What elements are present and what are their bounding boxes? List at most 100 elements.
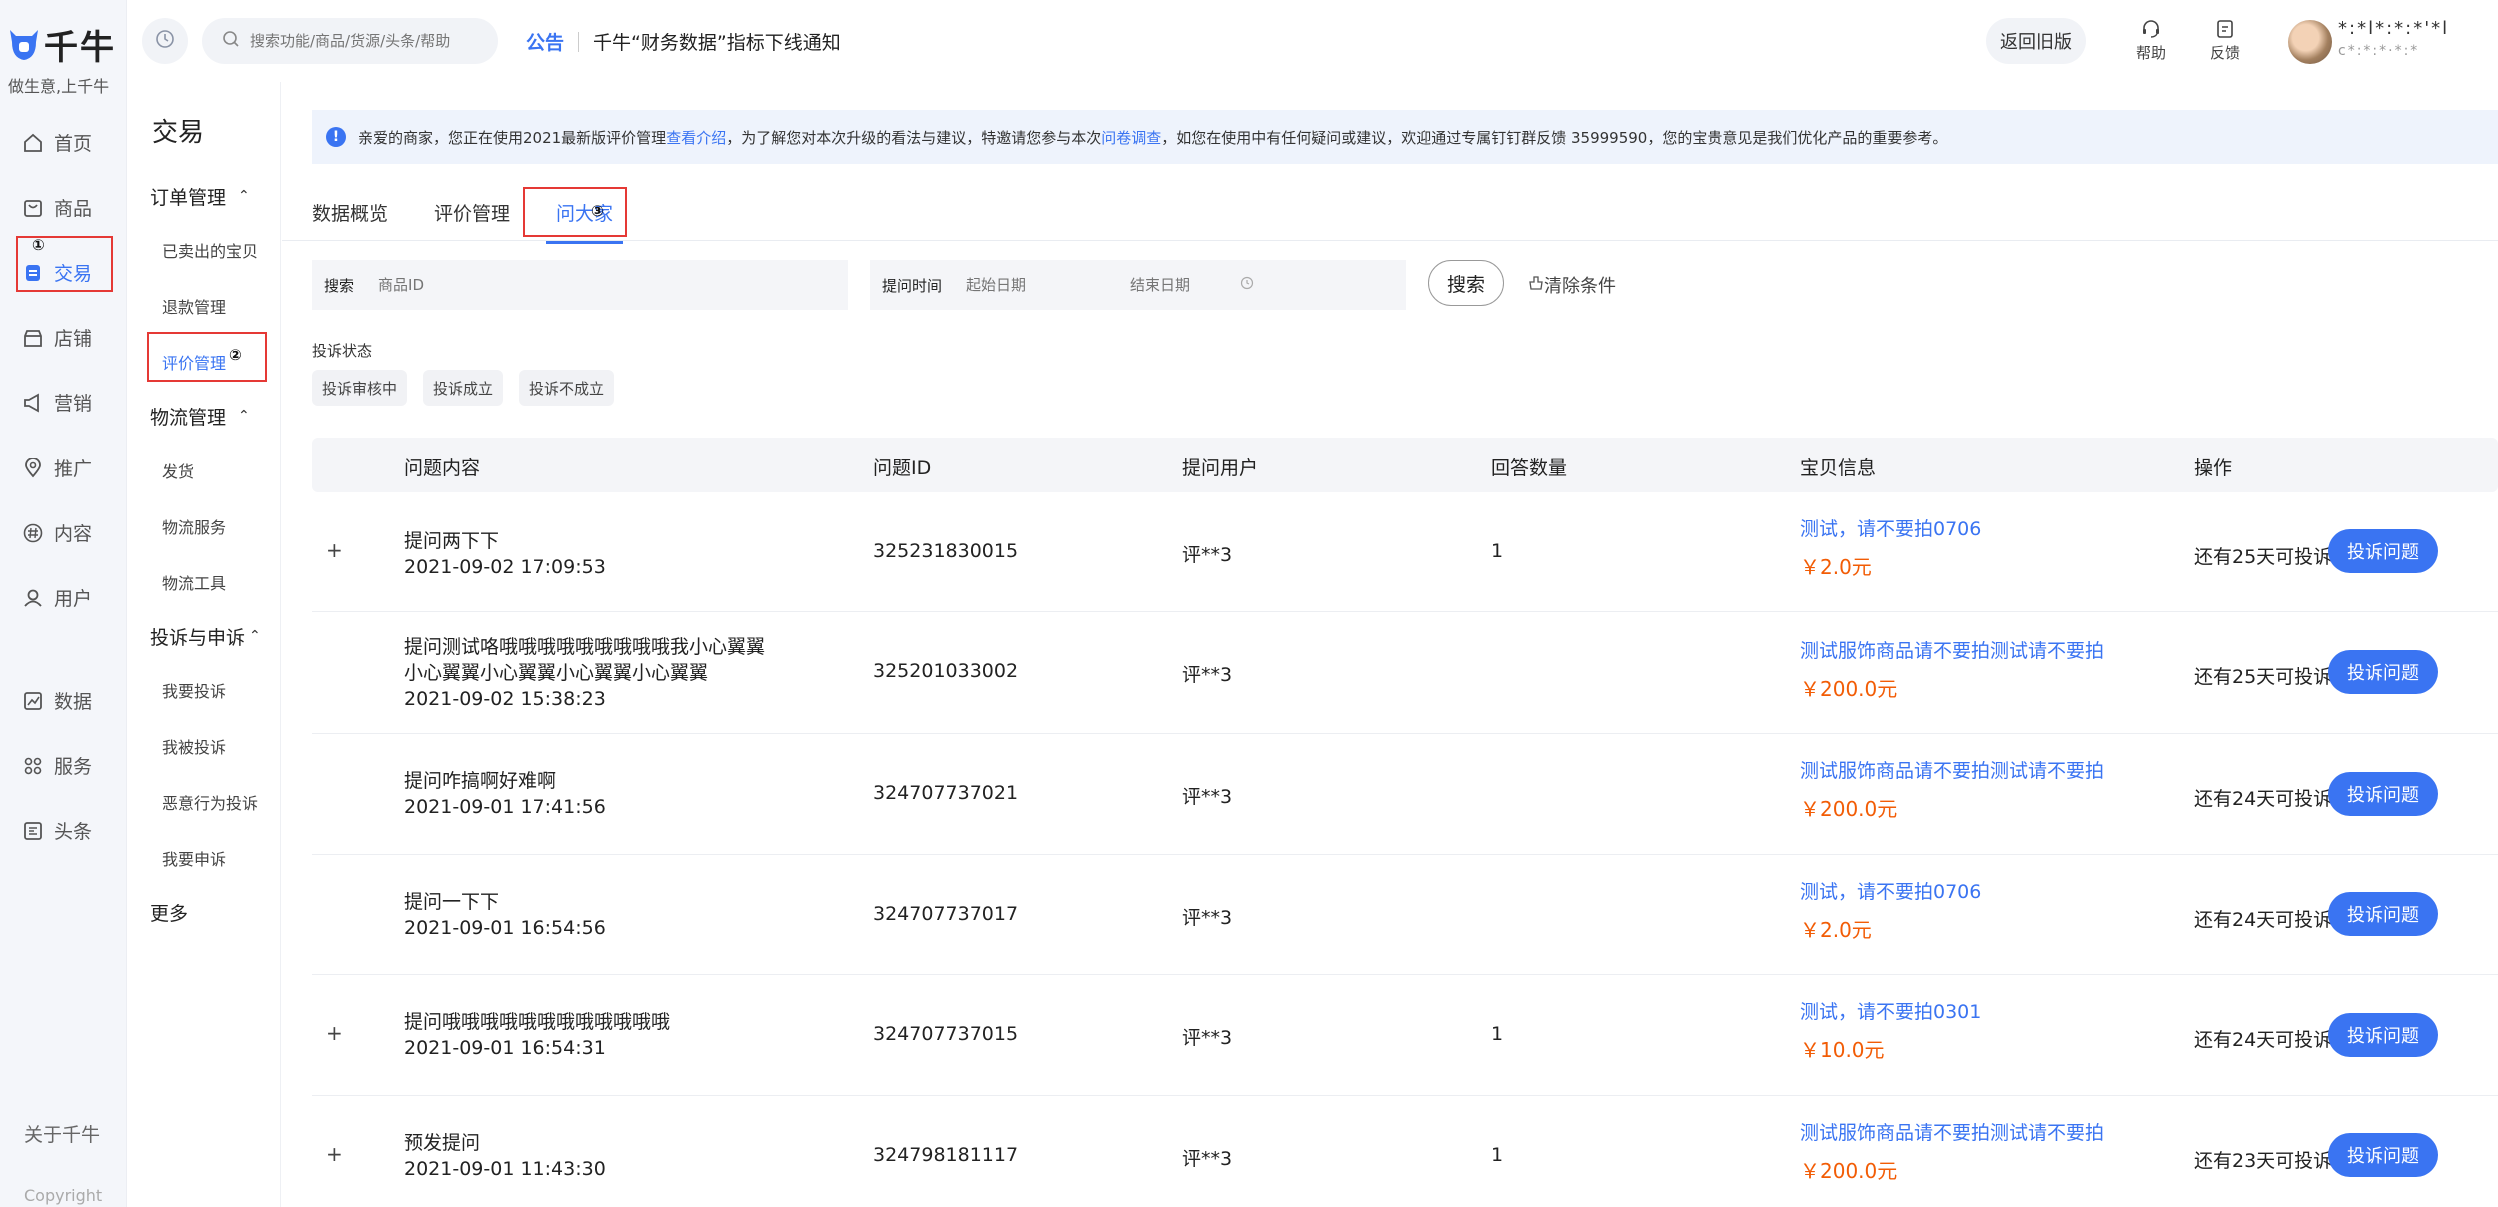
- global-search-input[interactable]: [250, 32, 480, 50]
- nav-service[interactable]: 服务: [0, 733, 127, 798]
- brand-slogan: 做生意,上千牛: [8, 77, 110, 96]
- nav-user[interactable]: 用户: [0, 565, 127, 630]
- chip-rejected[interactable]: 投诉不成立: [519, 370, 615, 406]
- grid-icon: [22, 755, 44, 777]
- sub-refund[interactable]: 退款管理: [128, 278, 281, 334]
- annotation-box-review: ②: [147, 332, 267, 382]
- item-title-link[interactable]: 测试，请不要拍0301: [1800, 997, 1981, 1024]
- nav-shop[interactable]: 店铺: [0, 305, 127, 370]
- start-date-input[interactable]: [966, 276, 1117, 294]
- asker: 评**3: [1182, 786, 1233, 808]
- nav-marketing[interactable]: 营销: [0, 370, 127, 435]
- complain-button[interactable]: 投诉问题: [2328, 1133, 2438, 1177]
- question-cell: 预发提问 2021-09-01 11:43:30: [404, 1130, 606, 1182]
- user-info[interactable]: *:*l*:*:*'*l c*:*:*·*:*: [2338, 18, 2468, 64]
- annotation-step-3: ③: [591, 202, 604, 220]
- item-id-input[interactable]: [378, 276, 819, 294]
- sub-sold-items[interactable]: 已卖出的宝贝: [128, 222, 281, 278]
- complain-button[interactable]: 投诉问题: [2328, 650, 2438, 694]
- announcement-text[interactable]: 千牛“财务数据”指标下线通知: [593, 28, 841, 55]
- item-title-link[interactable]: 测试服饰商品请不要拍测试请不要拍: [1800, 1118, 2104, 1145]
- chevron-up-icon: ⌃: [249, 628, 261, 644]
- annotation-step-1: ①: [32, 236, 45, 254]
- group-complaints[interactable]: 投诉与申诉 ⌃: [128, 610, 281, 662]
- item-title-link[interactable]: 测试服饰商品请不要拍测试请不要拍: [1800, 756, 2104, 783]
- megaphone-icon: [22, 392, 44, 414]
- question-id: 324707737015: [873, 1023, 1019, 1045]
- chart-icon: [22, 690, 44, 712]
- feedback-button[interactable]: 反馈: [2200, 16, 2250, 63]
- question-id: 325201033002: [873, 660, 1019, 682]
- search-button[interactable]: 搜索: [1428, 260, 1504, 306]
- brand-name: 千牛: [44, 28, 116, 68]
- complain-button[interactable]: 投诉问题: [2328, 892, 2438, 936]
- item-title-link[interactable]: 测试服饰商品请不要拍测试请不要拍: [1800, 636, 2104, 663]
- calendar-icon[interactable]: [1240, 276, 1254, 294]
- complaint-status-label: 投诉状态: [312, 342, 373, 360]
- brand-logo[interactable]: 千牛 做生意,上千牛: [8, 20, 120, 97]
- tab-review-management[interactable]: 评价管理: [424, 182, 520, 242]
- nav-promotion-label: 推广: [54, 458, 93, 480]
- end-date-input[interactable]: [1130, 276, 1241, 294]
- table-row: 提问测试咯哦哦哦哦哦哦哦哦哦我小心翼翼 小心翼翼小心翼翼小心翼翼小心翼翼 202…: [312, 612, 2498, 734]
- sub-appeal[interactable]: 我要申诉: [128, 830, 281, 886]
- chevron-up-icon: ⌃: [238, 188, 250, 204]
- help-button[interactable]: 帮助: [2126, 16, 2176, 63]
- item-title-link[interactable]: 测试，请不要拍0706: [1800, 877, 1981, 904]
- nav-content[interactable]: 内容: [0, 500, 127, 565]
- expand-icon[interactable]: +: [326, 1021, 343, 1045]
- asker: 评**3: [1182, 1027, 1233, 1049]
- question-text: 提问两下下: [404, 530, 500, 552]
- chip-under-review[interactable]: 投诉审核中: [312, 370, 408, 406]
- nav-data[interactable]: 数据: [0, 668, 127, 733]
- group-logistics[interactable]: 物流管理 ⌃: [128, 390, 281, 442]
- survey-link[interactable]: 问卷调查: [1101, 127, 1161, 148]
- sub-file-complaint[interactable]: 我要投诉: [128, 662, 281, 718]
- complain-button[interactable]: 投诉问题: [2328, 772, 2438, 816]
- sub-complained[interactable]: 我被投诉: [128, 718, 281, 774]
- table-row: + 提问哦哦哦哦哦哦哦哦哦哦哦哦 2021-09-01 16:54:31 324…: [312, 975, 2498, 1096]
- sub-malicious-complaint[interactable]: 恶意行为投诉: [128, 774, 281, 830]
- sub-logistics-service[interactable]: 物流服务: [128, 498, 281, 554]
- global-search[interactable]: [202, 18, 498, 64]
- nav-goods[interactable]: 商品: [0, 175, 127, 240]
- secondary-nav: 订单管理 ⌃ 已卖出的宝贝 退款管理 评价管理 物流管理 ⌃ 发货 物流服务 物…: [128, 170, 281, 938]
- expand-icon[interactable]: +: [326, 538, 343, 562]
- sub-ship[interactable]: 发货: [128, 442, 281, 498]
- answer-count: 1: [1491, 1144, 1504, 1166]
- secondary-more[interactable]: 更多: [128, 886, 281, 938]
- sub-logistics-tools[interactable]: 物流工具: [128, 554, 281, 610]
- notice-part-3: ，如您在使用中有任何疑问或建议，欢迎通过专属钉钉群反馈 35999590，您的宝…: [1161, 128, 1948, 147]
- item-price: ￥200.0元: [1800, 677, 1898, 701]
- nav-home[interactable]: 首页: [0, 110, 127, 175]
- clear-filters-label: 清除条件: [1544, 276, 1616, 297]
- table-row: + 提问两下下 2021-09-02 17:09:53 325231830015…: [312, 492, 2498, 612]
- complain-button[interactable]: 投诉问题: [2328, 1013, 2438, 1057]
- nav-news[interactable]: 头条: [0, 798, 127, 863]
- question-time: 2021-09-01 16:54:56: [404, 917, 606, 939]
- question-text: 提问一下下: [404, 891, 500, 913]
- announcement[interactable]: 公告 千牛“财务数据”指标下线通知: [526, 28, 841, 55]
- nav-promotion[interactable]: 推广: [0, 435, 127, 500]
- col-question: 问题内容: [404, 457, 481, 479]
- complain-button[interactable]: 投诉问题: [2328, 529, 2438, 573]
- expand-icon[interactable]: +: [326, 1142, 343, 1166]
- item-info: 测试，请不要拍0706 ￥2.0元: [1800, 514, 1981, 580]
- old-version-button[interactable]: 返回旧版: [1986, 18, 2086, 64]
- history-button[interactable]: [142, 18, 188, 64]
- item-title-link[interactable]: 测试，请不要拍0706: [1800, 514, 1981, 541]
- avatar[interactable]: [2288, 20, 2332, 64]
- question-time: 2021-09-02 15:38:23: [404, 688, 606, 710]
- complaint-deadline: 还有24天可投诉: [2194, 909, 2333, 931]
- clear-filters-button[interactable]: 清除条件: [1528, 272, 1616, 298]
- question-cell: 提问一下下 2021-09-01 16:54:56: [404, 889, 606, 941]
- view-intro-link[interactable]: 查看介绍: [666, 127, 726, 148]
- tab-data-overview[interactable]: 数据概览: [302, 182, 398, 242]
- help-label: 帮助: [2135, 44, 2166, 62]
- annotation-box-trade: ①: [16, 236, 113, 292]
- info-icon: !: [326, 127, 346, 147]
- complaint-status-chips: 投诉审核中 投诉成立 投诉不成立: [312, 370, 630, 406]
- about-link[interactable]: 关于千牛: [24, 1120, 100, 1147]
- chip-upheld[interactable]: 投诉成立: [423, 370, 504, 406]
- group-order-management[interactable]: 订单管理 ⌃: [128, 170, 281, 222]
